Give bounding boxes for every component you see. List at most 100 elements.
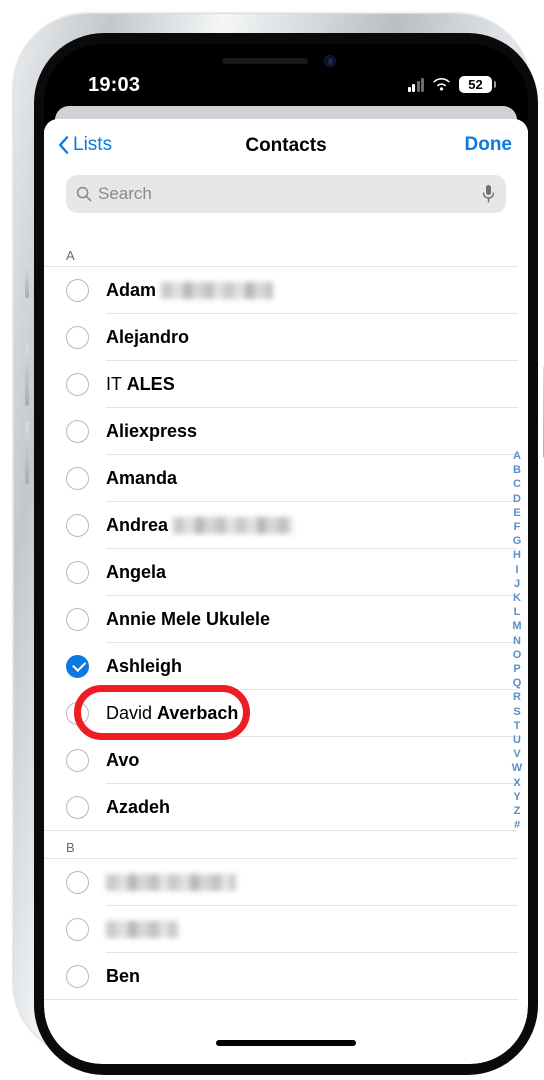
contact-name: Aliexpress [106, 421, 198, 441]
alpha-index-r[interactable]: R [513, 690, 521, 704]
redacted-name [106, 921, 178, 938]
contact-name: Andrea [106, 515, 294, 536]
contact-name: Ben [106, 966, 141, 986]
section-header-b: B [44, 831, 518, 859]
checkbox-unchecked[interactable] [66, 514, 89, 537]
checkbox-unchecked[interactable] [66, 965, 89, 988]
alphabet-index[interactable]: A B C D E F G H I J K L M N O P Q R S T U V W X Y Z # [508, 449, 526, 832]
cellular-bars-icon [407, 77, 424, 92]
front-camera-icon [324, 55, 336, 67]
mic-icon[interactable] [481, 184, 496, 204]
alpha-index-v[interactable]: V [513, 747, 520, 761]
alpha-index-u[interactable]: U [513, 733, 521, 747]
alpha-index-t[interactable]: T [514, 719, 521, 733]
contact-row[interactable]: Alejandro [44, 314, 528, 361]
done-button[interactable]: Done [465, 134, 513, 156]
checkbox-unchecked[interactable] [66, 326, 89, 349]
contact-name [106, 919, 178, 940]
contact-name: Amanda [106, 468, 178, 488]
contact-row[interactable] [44, 906, 528, 953]
contact-row[interactable]: Annie Mele Ukulele [44, 596, 528, 643]
alpha-index-z[interactable]: Z [514, 804, 521, 818]
checkbox-unchecked[interactable] [66, 373, 89, 396]
redacted-name [173, 517, 294, 534]
checkbox-checked[interactable] [66, 655, 89, 678]
checkbox-unchecked[interactable] [66, 796, 89, 819]
checkbox-unchecked[interactable] [66, 608, 89, 631]
checkbox-unchecked[interactable] [66, 702, 89, 725]
search-container [44, 175, 528, 213]
alpha-index-f[interactable]: F [514, 520, 521, 534]
contact-name: Alejandro [106, 327, 190, 347]
wifi-icon [433, 77, 450, 91]
redacted-name [106, 874, 236, 891]
contact-row[interactable]: IT ALES [44, 361, 528, 408]
alpha-index-y[interactable]: Y [513, 790, 520, 804]
contact-list[interactable]: A Adam Alejandro IT ALES Aliexpress Amanda An… [44, 239, 528, 1064]
alpha-index-b[interactable]: B [513, 463, 521, 477]
contact-row[interactable]: Aliexpress [44, 408, 528, 455]
phone-screen: 19:03 52 Lists Contacts Done Search A Ad… [44, 44, 528, 1064]
search-icon [76, 186, 92, 202]
contact-row[interactable]: Angela [44, 549, 528, 596]
contacts-picker-sheet: Lists Contacts Done Search A Adam Alejan… [44, 119, 528, 1064]
contact-name: Annie Mele Ukulele [106, 609, 271, 629]
search-bar[interactable] [66, 175, 506, 213]
alpha-index-a[interactable]: A [513, 449, 521, 463]
search-input[interactable] [98, 184, 481, 204]
phone-frame: 19:03 52 Lists Contacts Done Search A Ad… [14, 14, 544, 1075]
checkbox-unchecked[interactable] [66, 467, 89, 490]
battery-level: 52 [468, 77, 483, 92]
earpiece-speaker-icon [222, 58, 308, 64]
checkbox-unchecked[interactable] [66, 561, 89, 584]
contact-row[interactable]: Andrea [44, 502, 528, 549]
contact-name [106, 872, 236, 893]
alpha-index-n[interactable]: N [513, 634, 521, 648]
alpha-index-d[interactable]: D [513, 492, 521, 506]
contact-name: Angela [106, 562, 167, 582]
contact-name: IT ALES [106, 374, 175, 394]
status-bar: 19:03 52 [44, 74, 528, 108]
contact-name: Ashleigh [106, 656, 183, 676]
alpha-index-e[interactable]: E [513, 506, 520, 520]
alpha-index-o[interactable]: O [513, 648, 522, 662]
status-time: 19:03 [88, 74, 141, 96]
checkbox-unchecked[interactable] [66, 918, 89, 941]
volume-down-button[interactable] [25, 422, 29, 484]
alpha-index-q[interactable]: Q [513, 676, 522, 690]
alpha-index-m[interactable]: M [512, 619, 521, 633]
alpha-index-h[interactable]: H [513, 548, 521, 562]
alpha-index-c[interactable]: C [513, 477, 521, 491]
alpha-index-s[interactable]: S [513, 705, 520, 719]
contact-name: Avo [106, 750, 140, 770]
contact-row[interactable]: Ben [44, 953, 528, 1000]
contact-row[interactable] [44, 859, 528, 906]
contact-row[interactable]: David Averbach [44, 690, 528, 737]
alpha-index-k[interactable]: K [513, 591, 521, 605]
alpha-index-l[interactable]: L [514, 605, 521, 619]
contact-row[interactable]: Amanda [44, 455, 528, 502]
contact-row[interactable]: Azadeh [44, 784, 528, 831]
checkbox-unchecked[interactable] [66, 871, 89, 894]
notch [194, 44, 378, 74]
alpha-index-g[interactable]: G [513, 534, 522, 548]
home-indicator[interactable] [216, 1040, 356, 1046]
volume-up-button[interactable] [25, 344, 29, 406]
alpha-index-hash[interactable]: # [514, 818, 520, 832]
alpha-index-x[interactable]: X [513, 776, 520, 790]
contact-row[interactable]: Adam [44, 267, 528, 314]
contact-row[interactable]: Avo [44, 737, 528, 784]
silence-switch[interactable] [25, 264, 29, 298]
alpha-index-p[interactable]: P [513, 662, 520, 676]
navigation-bar: Lists Contacts Done [44, 119, 528, 175]
contact-row[interactable]: Ashleigh [44, 643, 528, 690]
status-indicators: 52 [407, 76, 496, 93]
contact-name: David Averbach [106, 703, 239, 723]
alpha-index-j[interactable]: J [514, 577, 520, 591]
alpha-index-i[interactable]: I [515, 563, 518, 577]
checkbox-unchecked[interactable] [66, 420, 89, 443]
alpha-index-w[interactable]: W [512, 761, 522, 775]
checkbox-unchecked[interactable] [66, 749, 89, 772]
checkbox-unchecked[interactable] [66, 279, 89, 302]
page-title: Contacts [245, 135, 327, 156]
